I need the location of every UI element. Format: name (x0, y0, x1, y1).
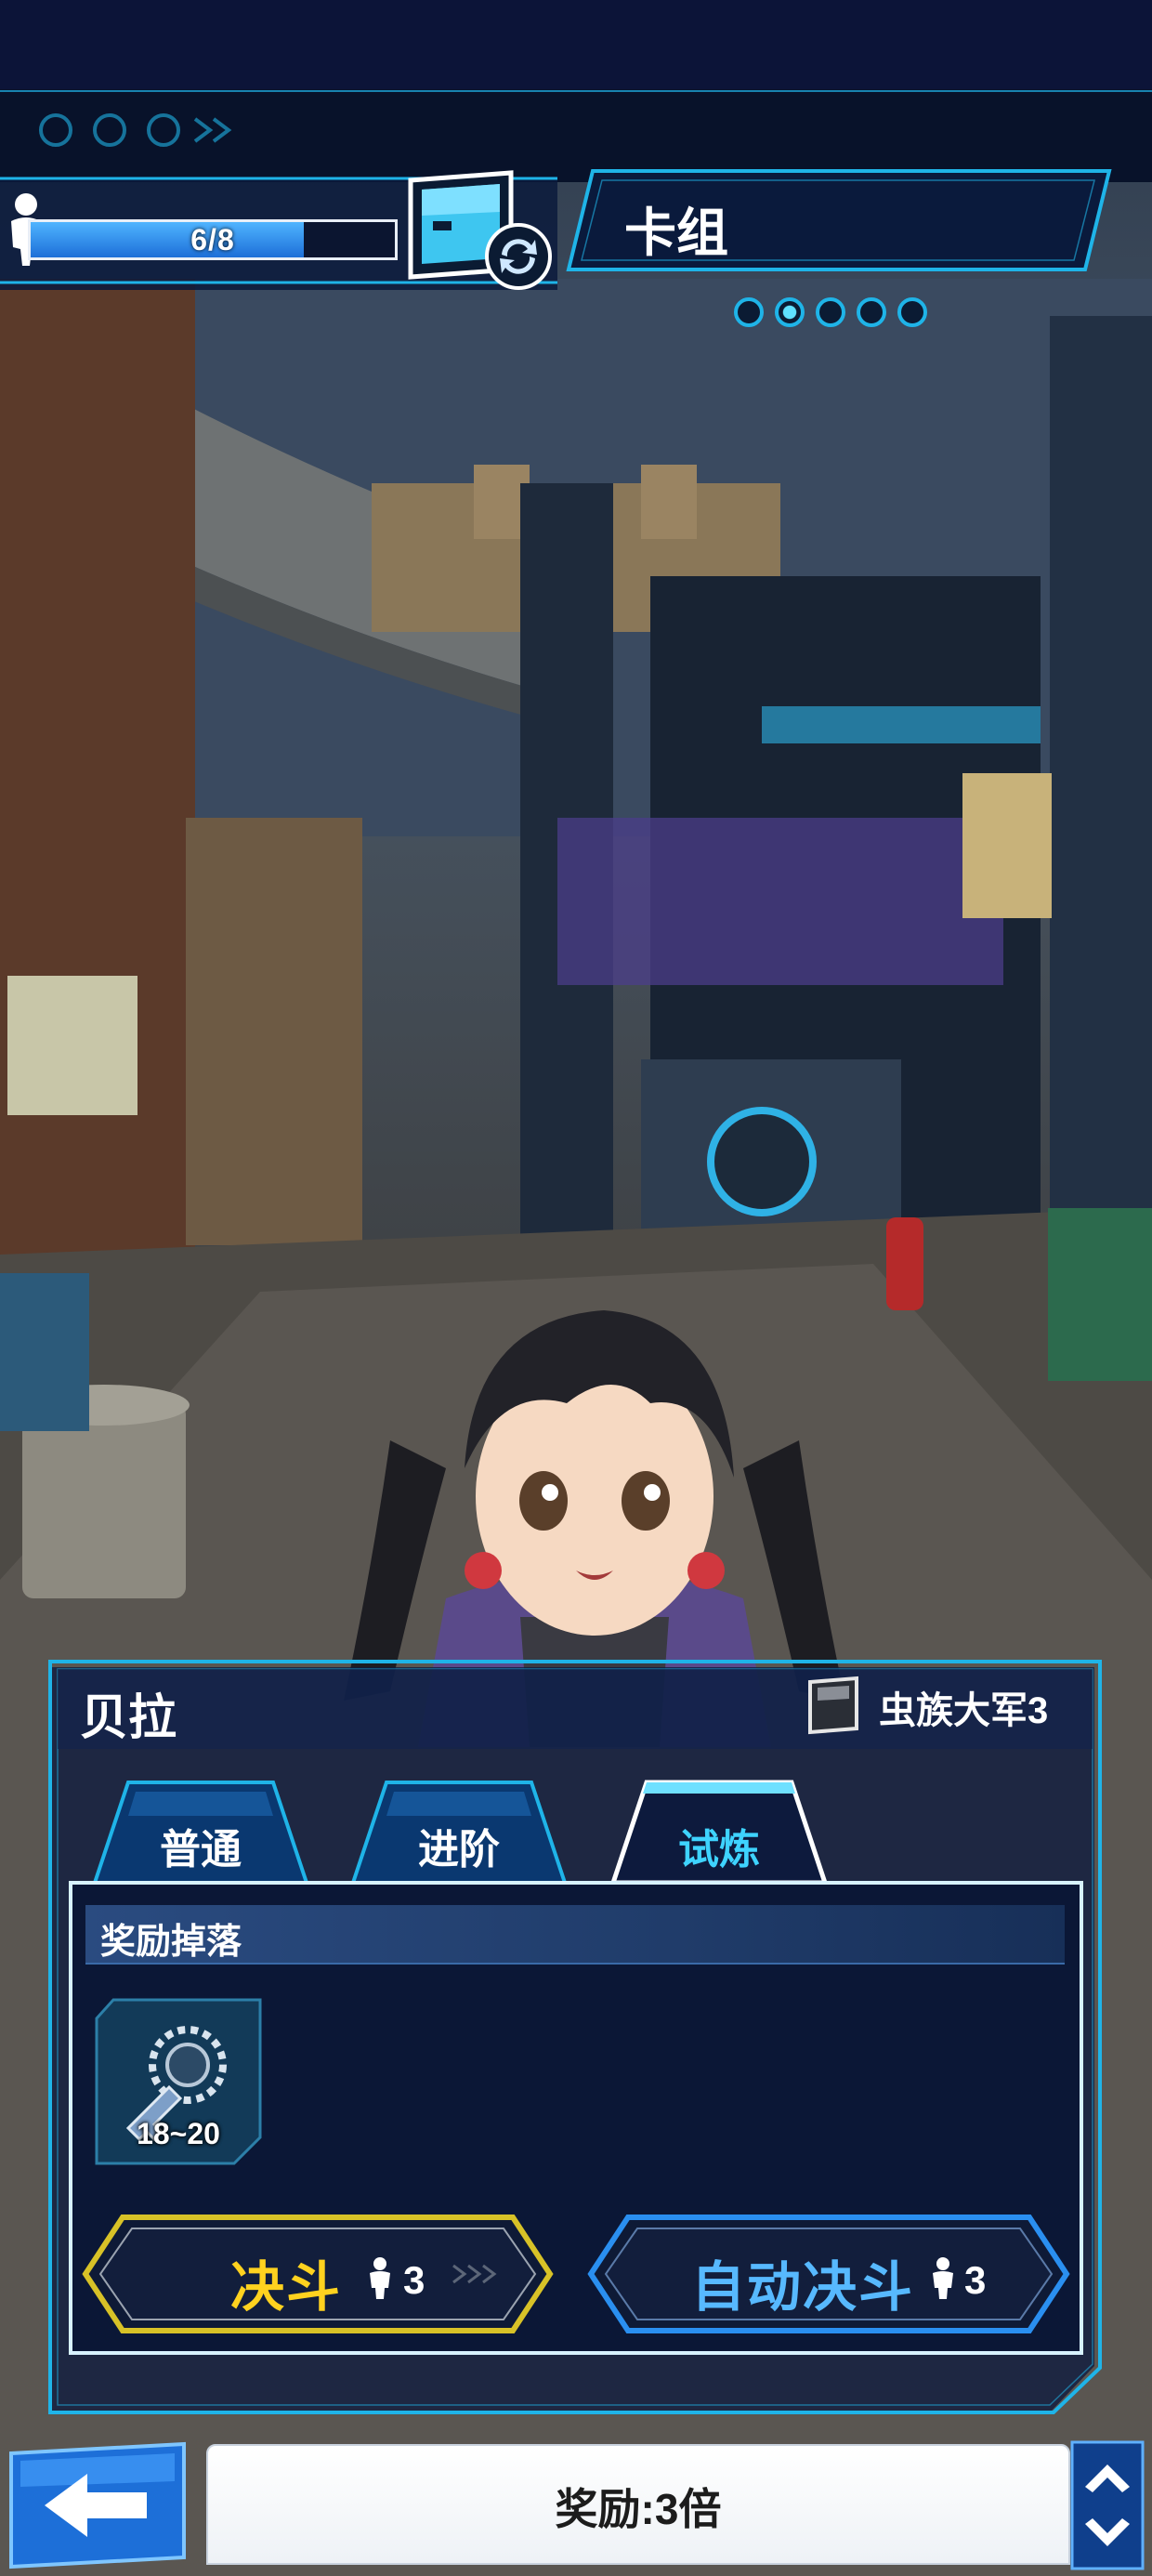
multiplier-stepper[interactable] (1070, 2440, 1145, 2570)
stamina-bar: 6/8 (28, 219, 398, 260)
deck-title[interactable]: 卡组 (624, 191, 728, 267)
opponent-name: 贝拉 (80, 1691, 177, 1745)
stamina-cost-icon (933, 2257, 953, 2299)
stamina-value: 6/8 (190, 222, 235, 256)
tab-advanced-label: 进阶 (418, 1827, 500, 1873)
auto-duel-button-label: 自动决斗 (691, 2257, 915, 2318)
opponent-deck-name: 虫族大军3 (879, 1690, 1049, 1731)
page-dot (897, 297, 927, 327)
deck-case-icon (808, 1676, 858, 1735)
reward-multiplier-text: 奖励:3倍 (555, 2485, 722, 2533)
tab-normal-label: 普通 (160, 1827, 242, 1873)
page-dot (816, 297, 845, 327)
page-indicator (734, 297, 927, 327)
swap-deck-icon[interactable] (483, 221, 554, 292)
back-button[interactable] (7, 2440, 190, 2570)
tab-normal[interactable]: 普通 (91, 1779, 310, 1883)
stamina-meter: 6/8 (0, 182, 409, 271)
auto-duel-cost: 3 (964, 2258, 987, 2302)
duel-button-label: 决斗 (230, 2257, 343, 2318)
top-hud: 6/8 卡组 (0, 0, 1152, 327)
rewards-title: 奖励掉落 (100, 1923, 242, 1962)
tab-trial-label: 试炼 (678, 1827, 760, 1873)
reward-count: 18~20 (137, 2117, 220, 2150)
page-dot (857, 297, 886, 327)
page-dot (734, 297, 764, 327)
stamina-cost-icon (370, 2257, 390, 2299)
page-dot (775, 297, 805, 327)
duel-button[interactable]: 决斗 3 (82, 2212, 554, 2336)
tab-advanced[interactable]: 进阶 (349, 1779, 569, 1883)
duel-cost: 3 (403, 2258, 425, 2302)
auto-duel-button[interactable]: 自动决斗 3 (587, 2212, 1070, 2336)
tab-trial[interactable]: 试炼 (609, 1779, 829, 1883)
